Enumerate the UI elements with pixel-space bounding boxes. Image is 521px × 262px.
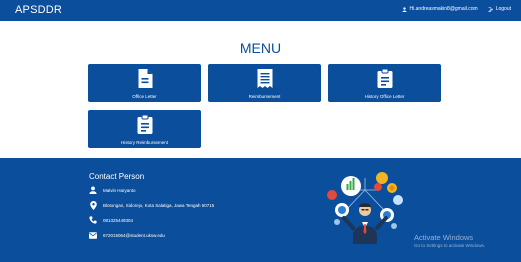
tile-history-office-letter[interactable]: History Office Letter <box>328 64 441 102</box>
tile-label: History Reimbursement <box>120 140 168 145</box>
contact-title: Contact Person <box>89 172 145 181</box>
tile-label: Reimbursement <box>248 94 281 99</box>
clipboard-icon <box>377 69 392 88</box>
tile-label: History Office Letter <box>364 94 405 99</box>
logout-icon[interactable] <box>488 6 493 12</box>
phone-icon <box>89 216 97 224</box>
contact-name-row: Malvin Haryanto <box>89 186 136 194</box>
watermark-title: Activate Windows <box>414 233 474 242</box>
watermark-subtitle: Go to Settings to activate Windows. <box>414 243 486 248</box>
navbar: APSDDR Hi.andreasmakin8@gmail.com Logout <box>0 0 521 21</box>
tile-history-reimbursement[interactable]: History Reimbursement <box>88 110 201 148</box>
user-area: Hi.andreasmakin8@gmail.com Logout <box>402 6 511 12</box>
contact-name: Malvin Haryanto <box>103 187 136 193</box>
contact-email: 672015064@student.uksw.edu <box>103 232 165 238</box>
business-analytics-illustration <box>327 172 403 244</box>
document-icon <box>138 69 152 88</box>
contact-phone-row: 081325449304 <box>89 216 133 224</box>
tile-label: Office Letter <box>132 94 157 99</box>
contact-address-row: Blotongan, Sidorejo, Kota Salatiga, Jawa… <box>89 200 215 210</box>
user-email: Hi.andreasmakin8@gmail.com <box>409 6 478 12</box>
contact-email-row: 672015064@student.uksw.edu <box>89 231 165 239</box>
brand-title[interactable]: APSDDR <box>15 4 62 16</box>
activate-windows-watermark: Activate Windows Go to Settings to activ… <box>414 233 485 248</box>
logout-link[interactable]: Logout <box>496 6 511 12</box>
map-marker-icon <box>89 200 97 210</box>
contact-address: Blotongan, Sidorejo, Kota Salatiga, Jawa… <box>103 202 215 208</box>
clipboard-icon <box>137 115 152 134</box>
contact-phone: 081325449304 <box>103 217 134 223</box>
user-icon <box>89 186 97 194</box>
receipt-icon <box>257 69 272 88</box>
tile-reimbursement[interactable]: Reimbursement <box>208 64 321 102</box>
footer: Contact Person Malvin Haryanto Blotongan… <box>0 158 521 262</box>
menu-title: MENU <box>239 40 282 56</box>
tile-office-letter[interactable]: Office Letter <box>88 64 201 102</box>
envelope-icon <box>89 231 97 239</box>
user-icon <box>402 6 407 12</box>
